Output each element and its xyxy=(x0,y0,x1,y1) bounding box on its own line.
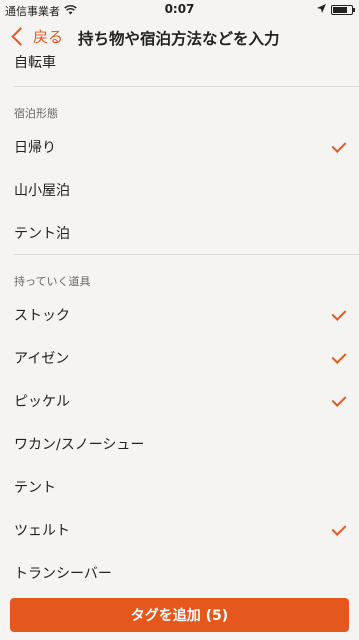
battery-icon xyxy=(331,4,355,15)
add-tag-button[interactable]: タグを追加 (5) xyxy=(10,598,349,632)
bottom-bar: タグを追加 (5) xyxy=(0,590,359,640)
page-title: 持ち物や宿泊方法などを入力 xyxy=(78,30,280,48)
checkmark-icon xyxy=(331,138,347,153)
location-arrow-icon xyxy=(317,3,326,16)
section-header-gear: 持っていく道具 xyxy=(14,275,91,288)
battery-fill xyxy=(333,6,347,13)
list-item-snowshoe[interactable]: ワカン/スノーシュー xyxy=(0,422,359,465)
list-item-label: 山小屋泊 xyxy=(14,182,70,199)
list-item-label: テント xyxy=(14,479,56,496)
list-item-label: 自転車 xyxy=(14,55,56,71)
list-item-label: 日帰り xyxy=(14,139,56,156)
list-item-label: ワカン/スノーシュー xyxy=(14,436,145,453)
options-list: 自転車 宿泊形態 日帰り 山小屋泊 テント泊 持っていく道具 ストック アイゼン… xyxy=(0,52,359,594)
checkmark-icon xyxy=(331,392,347,407)
status-right xyxy=(317,3,355,16)
list-item-tent[interactable]: テント xyxy=(0,465,359,508)
list-item-label: ストック xyxy=(14,307,70,324)
checkmark-icon xyxy=(331,306,347,321)
back-button-label: 戻る xyxy=(33,28,64,46)
checkmark-icon xyxy=(331,349,347,364)
list-item-label: テント泊 xyxy=(14,225,70,242)
list-item-label: アイゼン xyxy=(14,350,70,367)
status-time: 0:07 xyxy=(164,2,195,16)
list-item-label: トランシーバー xyxy=(14,565,112,582)
list-item-mountain-hut[interactable]: 山小屋泊 xyxy=(0,168,359,211)
section-header-accommodation: 宿泊形態 xyxy=(14,107,58,120)
list-item-crampons[interactable]: アイゼン xyxy=(0,336,359,379)
list-item-ice-axe[interactable]: ピッケル xyxy=(0,379,359,422)
list-item-bicycle[interactable]: 自転車 xyxy=(0,52,359,78)
list-item-stock[interactable]: ストック xyxy=(0,293,359,336)
back-button[interactable]: 戻る xyxy=(10,26,63,47)
list-item-label: ピッケル xyxy=(14,393,70,410)
list-item-day-trip[interactable]: 日帰り xyxy=(0,125,359,168)
chevron-left-icon xyxy=(11,27,30,46)
list-item-label: ツェルト xyxy=(14,522,70,539)
status-bar: 通信事業者 0:07 xyxy=(0,0,359,20)
list-item-tent-stay[interactable]: テント泊 xyxy=(0,211,359,254)
navigation-bar: 戻る 持ち物や宿泊方法などを入力 xyxy=(0,20,359,56)
list-item-zelt[interactable]: ツェルト xyxy=(0,508,359,551)
list-item-transceiver[interactable]: トランシーバー xyxy=(0,551,359,594)
checkmark-icon xyxy=(331,521,347,536)
